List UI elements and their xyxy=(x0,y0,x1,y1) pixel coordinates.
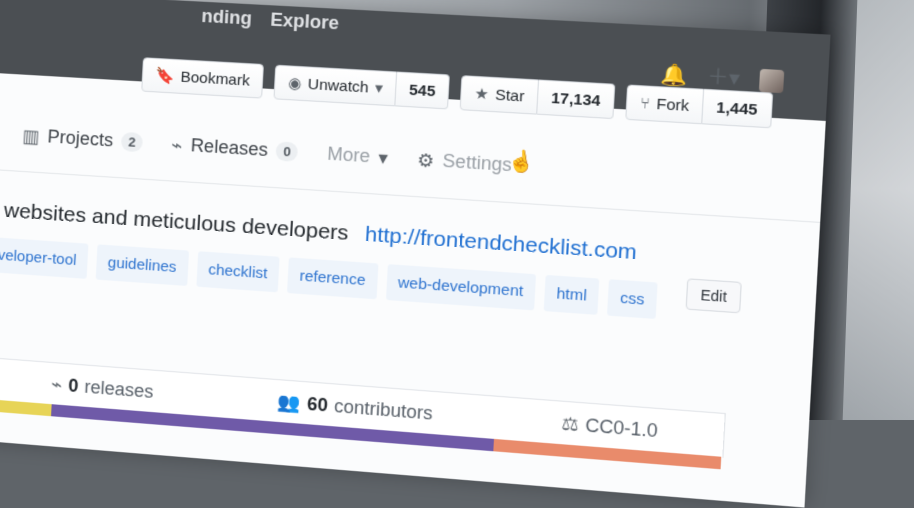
tab-more-label: More xyxy=(327,143,371,167)
explore-link[interactable]: Explore xyxy=(270,9,340,34)
license-label: CC0-1.0 xyxy=(585,414,659,441)
unwatch-button[interactable]: ◉ Unwatch ▾ xyxy=(274,65,398,107)
topic-developer-tool[interactable]: developer-tool xyxy=(0,236,89,279)
topic-checklist[interactable]: checklist xyxy=(196,251,280,292)
fork-group: ⑂ Fork 1,445 xyxy=(625,84,772,128)
eye-icon: ◉ xyxy=(288,75,302,91)
projects-icon: ▥ xyxy=(22,126,40,145)
watch-count[interactable]: 545 xyxy=(396,72,451,110)
star-icon: ★ xyxy=(474,86,489,102)
chevron-down-icon: ▾ xyxy=(378,148,388,167)
topic-html[interactable]: html xyxy=(544,275,600,315)
tab-projects-label: Projects xyxy=(47,126,114,151)
bell-icon[interactable]: 🔔 xyxy=(660,64,688,86)
topic-web-development[interactable]: web-development xyxy=(385,264,535,310)
gear-icon: ⚙ xyxy=(417,150,435,170)
repository-tabs: ▥ Projects 2 ⌁ Releases 0 More ▾ ⚙ Setti… xyxy=(22,125,512,176)
topic-reference[interactable]: reference xyxy=(287,257,378,299)
bookmark-label: Bookmark xyxy=(180,68,250,89)
star-button[interactable]: ★ Star xyxy=(460,75,539,115)
tab-releases-label: Releases xyxy=(190,135,268,161)
fork-count[interactable]: 1,445 xyxy=(702,89,772,128)
avatar[interactable] xyxy=(759,69,784,93)
github-repository-page: nding Explore 🔔 ＋▾ 🔖 Bookmark ◉ Unwatch … xyxy=(0,0,831,508)
topic-css[interactable]: css xyxy=(607,279,657,319)
topic-guidelines[interactable]: guidelines xyxy=(96,244,189,286)
tab-more[interactable]: More ▾ xyxy=(327,143,389,168)
plus-icon[interactable]: ＋▾ xyxy=(706,67,740,90)
repository-stats: ⌁ 0 releases 👥 60 contributors ⚖ CC0-1.0 xyxy=(0,357,726,458)
bookmark-icon: 🔖 xyxy=(155,68,175,84)
star-count[interactable]: 17,134 xyxy=(537,80,615,120)
fork-label: Fork xyxy=(656,95,690,115)
scale-icon: ⚖ xyxy=(561,414,579,434)
contributors-stat-count: 60 xyxy=(307,393,329,416)
releases-count: 0 xyxy=(276,141,299,162)
header-navigation: nding Explore xyxy=(201,6,340,35)
fork-icon: ⑂ xyxy=(640,95,651,111)
tab-settings-label: Settings xyxy=(442,150,512,176)
tab-settings[interactable]: ⚙ Settings xyxy=(417,149,513,176)
bookmark-button[interactable]: 🔖 Bookmark xyxy=(141,57,264,98)
contributors-stat[interactable]: 👥 60 contributors xyxy=(277,391,433,424)
description-text: n websites and meticulous developers xyxy=(0,198,349,245)
projects-count: 2 xyxy=(121,132,144,152)
tag-icon: ⌁ xyxy=(171,135,183,154)
tab-projects[interactable]: ▥ Projects 2 xyxy=(22,125,143,154)
website-link[interactable]: http://frontendchecklist.com xyxy=(364,223,637,265)
people-icon: 👥 xyxy=(277,392,301,412)
edit-description-button[interactable]: Edit xyxy=(686,278,742,313)
license-stat[interactable]: ⚖ CC0-1.0 xyxy=(561,413,658,442)
releases-stat[interactable]: ⌁ 0 releases xyxy=(51,374,154,403)
releases-stat-label: releases xyxy=(84,376,154,402)
trending-link[interactable]: nding xyxy=(201,6,252,30)
chevron-down-icon: ▾ xyxy=(375,80,384,96)
star-group: ★ Star 17,134 xyxy=(460,75,616,119)
fork-button[interactable]: ⑂ Fork xyxy=(625,84,704,124)
unwatch-label: Unwatch xyxy=(307,75,369,96)
releases-stat-count: 0 xyxy=(68,375,79,397)
tab-releases[interactable]: ⌁ Releases 0 xyxy=(171,134,299,163)
star-label: Star xyxy=(495,86,525,105)
tag-icon: ⌁ xyxy=(51,375,63,394)
